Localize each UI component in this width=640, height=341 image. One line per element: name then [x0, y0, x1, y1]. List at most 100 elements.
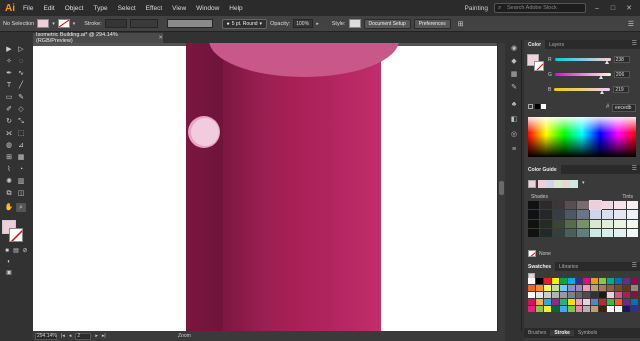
- menu-select[interactable]: Select: [113, 5, 141, 12]
- slice-tool-icon[interactable]: ◫: [16, 189, 26, 198]
- hex-value-field[interactable]: eecedb: [612, 104, 636, 112]
- zoom-tool-icon[interactable]: ⌕: [16, 203, 26, 212]
- shaper-tool-icon[interactable]: ✐: [4, 105, 14, 114]
- stroke-color-box[interactable]: [9, 228, 23, 242]
- green-slider-knob[interactable]: [598, 75, 603, 79]
- selection-tool-icon[interactable]: ▶: [4, 45, 14, 54]
- blue-slider-knob[interactable]: [600, 90, 605, 94]
- color-spectrum[interactable]: [528, 117, 636, 157]
- artboard-number-field[interactable]: 2: [75, 332, 92, 340]
- fill-dropdown-icon[interactable]: ▾: [52, 21, 55, 27]
- green-value-field[interactable]: 206: [613, 71, 630, 78]
- blue-slider[interactable]: [554, 88, 611, 94]
- tab-libraries[interactable]: Libraries: [555, 262, 582, 271]
- shape-builder-icon[interactable]: ◍: [4, 141, 14, 150]
- close-tab-icon[interactable]: ✕: [158, 35, 163, 41]
- direct-selection-tool-icon[interactable]: ▷: [16, 45, 26, 54]
- close-icon[interactable]: ✕: [624, 4, 634, 12]
- hand-tool-icon[interactable]: ✋: [4, 203, 14, 212]
- harmony-rule-strip[interactable]: [538, 180, 578, 188]
- document-setup-button[interactable]: Document Setup: [363, 18, 411, 29]
- width-tool-icon[interactable]: ⟗: [4, 129, 14, 138]
- graphic-styles-icon[interactable]: ◧: [509, 115, 519, 125]
- zoom-level-field[interactable]: 294.14%: [35, 332, 57, 340]
- panel-options-icon[interactable]: ☰: [632, 40, 637, 49]
- red-slider[interactable]: [554, 58, 611, 64]
- none-swatch-icon[interactable]: [528, 250, 536, 257]
- magic-wand-icon[interactable]: ✧: [4, 57, 14, 66]
- draw-mode-icon[interactable]: ◐: [4, 258, 14, 267]
- panel-menu-icon[interactable]: ☰: [628, 20, 634, 28]
- canvas-area[interactable]: [33, 43, 497, 331]
- stroke-dropdown-icon[interactable]: ▾: [73, 21, 76, 27]
- document-tab[interactable]: Isometric Building.ai* @ 294.14% (RGB/Pr…: [33, 32, 163, 44]
- color-panel-icon[interactable]: ◉: [509, 44, 519, 54]
- last-page-icon[interactable]: ▸|: [102, 333, 106, 339]
- workspace-switcher[interactable]: Painting: [465, 5, 489, 12]
- curvature-icon[interactable]: ∿: [16, 69, 26, 78]
- eraser-icon[interactable]: ◇: [16, 105, 26, 114]
- first-page-icon[interactable]: |◂: [61, 333, 65, 339]
- tab-color[interactable]: Color: [524, 40, 546, 49]
- blue-value-field[interactable]: 219: [613, 86, 630, 93]
- appearance-icon[interactable]: ◎: [509, 130, 519, 140]
- color-guide-options-icon[interactable]: ☰: [632, 165, 637, 174]
- tab-color-guide[interactable]: Color Guide: [524, 165, 561, 174]
- menu-window[interactable]: Window: [191, 5, 224, 12]
- profile-dropdown[interactable]: [166, 19, 213, 28]
- tab-brushes[interactable]: Brushes: [524, 330, 550, 336]
- scrollbar-thumb[interactable]: [499, 181, 504, 195]
- none-mode-icon[interactable]: ⊘: [20, 247, 30, 256]
- align-icon[interactable]: ⊞: [458, 20, 464, 28]
- blend-tool-icon[interactable]: ◔: [16, 165, 26, 174]
- perspective-grid-icon[interactable]: ⊿: [16, 141, 26, 150]
- white-color-icon[interactable]: [541, 104, 546, 109]
- type-tool-icon[interactable]: T: [4, 81, 14, 90]
- color-guide-grid[interactable]: [528, 199, 638, 237]
- tab-layers[interactable]: Layers: [545, 40, 568, 49]
- swatch-panel-icon[interactable]: ▦: [509, 70, 519, 80]
- artboard-tool-icon[interactable]: ⧉: [4, 189, 14, 198]
- menu-edit[interactable]: Edit: [38, 5, 59, 12]
- maximize-icon[interactable]: □: [608, 5, 618, 12]
- paintbrush-icon[interactable]: ✎: [16, 93, 26, 102]
- tab-stroke[interactable]: Stroke: [550, 330, 574, 336]
- brushes-panel-icon[interactable]: ✎: [509, 83, 519, 93]
- color-panel-stroke-swatch[interactable]: [534, 61, 544, 71]
- stroke-swatch[interactable]: [57, 19, 70, 28]
- harmony-dropdown-icon[interactable]: ▾: [582, 180, 585, 186]
- scale-tool-icon[interactable]: ⤡: [16, 117, 26, 126]
- menu-type[interactable]: Type: [88, 5, 112, 12]
- screen-mode-icon[interactable]: ▣: [4, 269, 14, 278]
- column-graph-icon[interactable]: ▥: [16, 177, 26, 186]
- menu-effect[interactable]: Effect: [141, 5, 168, 12]
- menu-help[interactable]: Help: [224, 5, 247, 12]
- rectangle-tool-icon[interactable]: ▭: [4, 93, 14, 102]
- swatches-grid[interactable]: [528, 278, 638, 312]
- symbols-panel-icon[interactable]: ♣: [509, 100, 519, 110]
- pen-tool-icon[interactable]: ✒: [4, 69, 14, 78]
- vertical-scrollbar[interactable]: [497, 43, 505, 331]
- style-swatch[interactable]: [348, 19, 361, 28]
- layers-stack-icon[interactable]: ≡: [509, 145, 519, 155]
- prev-page-icon[interactable]: ◂: [69, 333, 72, 339]
- opacity-field[interactable]: 100%: [293, 19, 314, 28]
- brush-dropdown[interactable]: ● 5 pt. Round ▾: [221, 18, 268, 29]
- stroke-weight-field[interactable]: [104, 19, 127, 28]
- line-tool-icon[interactable]: ╱: [16, 81, 26, 90]
- menu-object[interactable]: Object: [60, 5, 89, 12]
- minimize-icon[interactable]: –: [592, 5, 602, 12]
- fill-swatch[interactable]: [37, 19, 50, 28]
- base-color-swatch[interactable]: [528, 180, 536, 188]
- lasso-icon[interactable]: ◌: [16, 57, 26, 66]
- layers-panel-icon[interactable]: ◆: [509, 57, 519, 67]
- free-transform-icon[interactable]: ⬚: [16, 129, 26, 138]
- round-window-shape[interactable]: [188, 116, 220, 148]
- black-color-icon[interactable]: [535, 104, 540, 109]
- menu-view[interactable]: View: [167, 5, 191, 12]
- tab-swatches[interactable]: Swatches: [524, 262, 556, 271]
- red-slider-knob[interactable]: [604, 60, 609, 64]
- symbol-sprayer-icon[interactable]: ✺: [4, 177, 14, 186]
- none-color-icon[interactable]: [528, 104, 533, 109]
- preferences-button[interactable]: Preferences: [413, 18, 451, 29]
